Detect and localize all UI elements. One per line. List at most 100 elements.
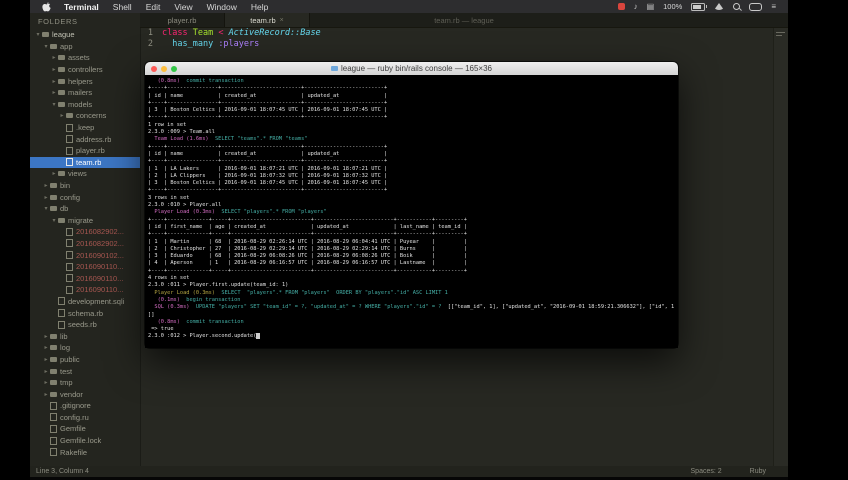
terminal-title-bar[interactable]: league — ruby bin/rails console — 165×36 [145, 62, 678, 76]
terminal-line: => true [148, 326, 675, 333]
tree-item-controllers[interactable]: ▸ controllers [30, 64, 140, 76]
screen-record-icon[interactable] [617, 3, 625, 10]
tree-item-config[interactable]: ▸ config [30, 191, 140, 203]
close-tab-icon[interactable]: × [280, 17, 284, 24]
tree-item-schema.rb[interactable]: schema.rb [30, 307, 140, 319]
tree-item-2016082902...[interactable]: 2016082902... [30, 238, 140, 250]
tree-item-views[interactable]: ▸ views [30, 168, 140, 180]
terminal-text: | 3 | Boston Celtics | 2016-09-01 18:07:… [148, 107, 388, 114]
disclosure-arrow-icon: ▾ [44, 206, 48, 213]
tree-item-app[interactable]: ▾ app [30, 41, 140, 53]
battery-icon[interactable] [691, 2, 708, 11]
tabs: player.rb team.rb × [140, 13, 310, 27]
menu-item-edit[interactable]: Edit [139, 2, 168, 12]
terminal-text: (0.1ms) [157, 296, 187, 303]
tree-item-tmp[interactable]: ▸ tmp [30, 377, 140, 389]
terminal-line: SQL (0.3ms) UPDATE "players" SET "team_i… [148, 304, 675, 311]
folder-icon [50, 368, 57, 374]
tree-item-public[interactable]: ▸ public [30, 354, 140, 366]
tree-item-2016090110...[interactable]: 2016090110... [30, 284, 140, 296]
terminal-text: SELECT "teams".* FROM "teams" [214, 136, 308, 143]
disclosure-arrow-icon: ▸ [52, 171, 56, 178]
tree-item-league[interactable]: ▾ league [30, 29, 140, 41]
terminal-line: | id | first_name | age | created_at | u… [148, 224, 675, 231]
minimap[interactable] [773, 28, 788, 466]
tree-item-migrate[interactable]: ▾ migrate [30, 215, 140, 227]
tree-item-assets[interactable]: ▸ assets [30, 52, 140, 64]
tree-item-address.rb[interactable]: address.rb [30, 133, 140, 145]
volume-icon[interactable]: ♪ [634, 2, 638, 11]
disclosure-arrow-icon: ▾ [44, 43, 48, 50]
tree-item-mailers[interactable]: ▸ mailers [30, 87, 140, 99]
tree-item-label: 2016090110... [76, 285, 124, 295]
terminal-line: | 3 | Boston Celtics | 2016-09-01 18:07:… [148, 180, 675, 187]
tree-item-player.rb[interactable]: player.rb [30, 145, 140, 157]
menu-item-window[interactable]: Window [200, 2, 244, 12]
terminal-window: league — ruby bin/rails console — 165×36… [145, 62, 678, 348]
tree-item-seeds.rb[interactable]: seeds.rb [30, 319, 140, 331]
terminal-line: Team Load (1.6ms) SELECT "teams".* FROM … [148, 136, 675, 143]
tree-item-vendor[interactable]: ▸ vendor [30, 388, 140, 400]
indent-setting[interactable]: Spaces: 2 [691, 468, 722, 475]
menu-item-view[interactable]: View [167, 2, 199, 12]
tree-item-development.sqli[interactable]: development.sqli [30, 296, 140, 308]
terminal-line: +----+-------------+-----+--------------… [148, 231, 675, 238]
terminal-line: | 2 | LA Clippers | 2016-09-01 18:07:32 … [148, 173, 675, 180]
tab-team-rb[interactable]: team.rb × [225, 13, 310, 27]
terminal-title: league — ruby bin/rails console — 165×36 [145, 64, 678, 73]
tree-item-test[interactable]: ▸ test [30, 365, 140, 377]
tree-item-rakefile[interactable]: Rakefile [30, 446, 140, 458]
tree-item-concerns[interactable]: ▸ concerns [30, 110, 140, 122]
tree-item-gemfile[interactable]: Gemfile [30, 423, 140, 435]
tree-item-lib[interactable]: ▸ lib [30, 330, 140, 342]
tree-item-config.ru[interactable]: config.ru [30, 412, 140, 424]
tree-item-label: development.sqli [68, 296, 125, 306]
tree-item-.keep[interactable]: .keep [30, 122, 140, 134]
menu-item-help[interactable]: Help [244, 2, 275, 12]
tree-item-.gitignore[interactable]: .gitignore [30, 400, 140, 412]
wifi-icon[interactable] [714, 3, 725, 10]
notification-center-icon[interactable]: ≡ [771, 2, 776, 11]
tree-item-db[interactable]: ▾ db [30, 203, 140, 215]
folder-open-icon [58, 217, 65, 223]
tree-item-2016082902...[interactable]: 2016082902... [30, 226, 140, 238]
tree-item-label: Gemfile [60, 424, 86, 434]
tree-item-gemfile.lock[interactable]: Gemfile.lock [30, 435, 140, 447]
terminal-output[interactable]: (0.8ms) commit transaction +----+--------… [145, 75, 678, 348]
display-icon[interactable]: ▤ [647, 2, 655, 11]
apple-menu-icon[interactable] [36, 1, 57, 12]
tree-item-label: 2016090110... [76, 273, 124, 283]
disclosure-arrow-icon: ▸ [44, 194, 48, 201]
spotlight-icon[interactable] [733, 3, 741, 10]
menu-item-terminal[interactable]: Terminal [57, 2, 106, 12]
syntax-mode[interactable]: Ruby [750, 468, 766, 475]
terminal-text: +----+----------------+-----------------… [148, 143, 388, 150]
tree-item-team.rb[interactable]: team.rb [30, 156, 140, 169]
tree-item-2016090102...[interactable]: 2016090102... [30, 249, 140, 261]
disclosure-arrow-icon: ▸ [44, 391, 48, 398]
menu-item-shell[interactable]: Shell [106, 2, 139, 12]
terminal-line: | 2 | Christopher | 27 | 2016-08-29 02:2… [148, 246, 675, 253]
terminal-line: | 1 | LA Lakers | 2016-09-01 18:07:21 UT… [148, 166, 675, 173]
terminal-line: +----+----------------+-----------------… [148, 100, 675, 107]
tree-item-models[interactable]: ▾ models [30, 99, 140, 111]
desktop: Terminal Shell Edit View Window Help ♪ ▤ 100… [30, 0, 788, 480]
tree-item-label: bin [60, 181, 71, 191]
terminal-text: 2.3.0 :010 > Player.all [148, 202, 222, 209]
tree-item-log[interactable]: ▸ log [30, 342, 140, 354]
tree-item-2016090110...[interactable]: 2016090110... [30, 272, 140, 284]
tree-item-label: helpers [68, 76, 93, 86]
disclosure-arrow-icon: ▾ [52, 101, 56, 108]
terminal-text: 3 rows in set [148, 194, 190, 201]
tree-item-bin[interactable]: ▸ bin [30, 180, 140, 192]
terminal-text: commit transaction [186, 78, 244, 84]
control-center-icon[interactable] [749, 2, 763, 11]
file-icon [66, 227, 73, 236]
terminal-line: +----+-------------+-----+--------------… [148, 268, 675, 275]
tab-player-rb[interactable]: player.rb [140, 13, 225, 27]
code-token: < [218, 28, 229, 38]
tree-item-helpers[interactable]: ▸ helpers [30, 75, 140, 87]
terminal-line: | 3 | Boston Celtics | 2016-09-01 18:07:… [148, 107, 675, 114]
tree-item-2016090110...[interactable]: 2016090110... [30, 261, 140, 273]
